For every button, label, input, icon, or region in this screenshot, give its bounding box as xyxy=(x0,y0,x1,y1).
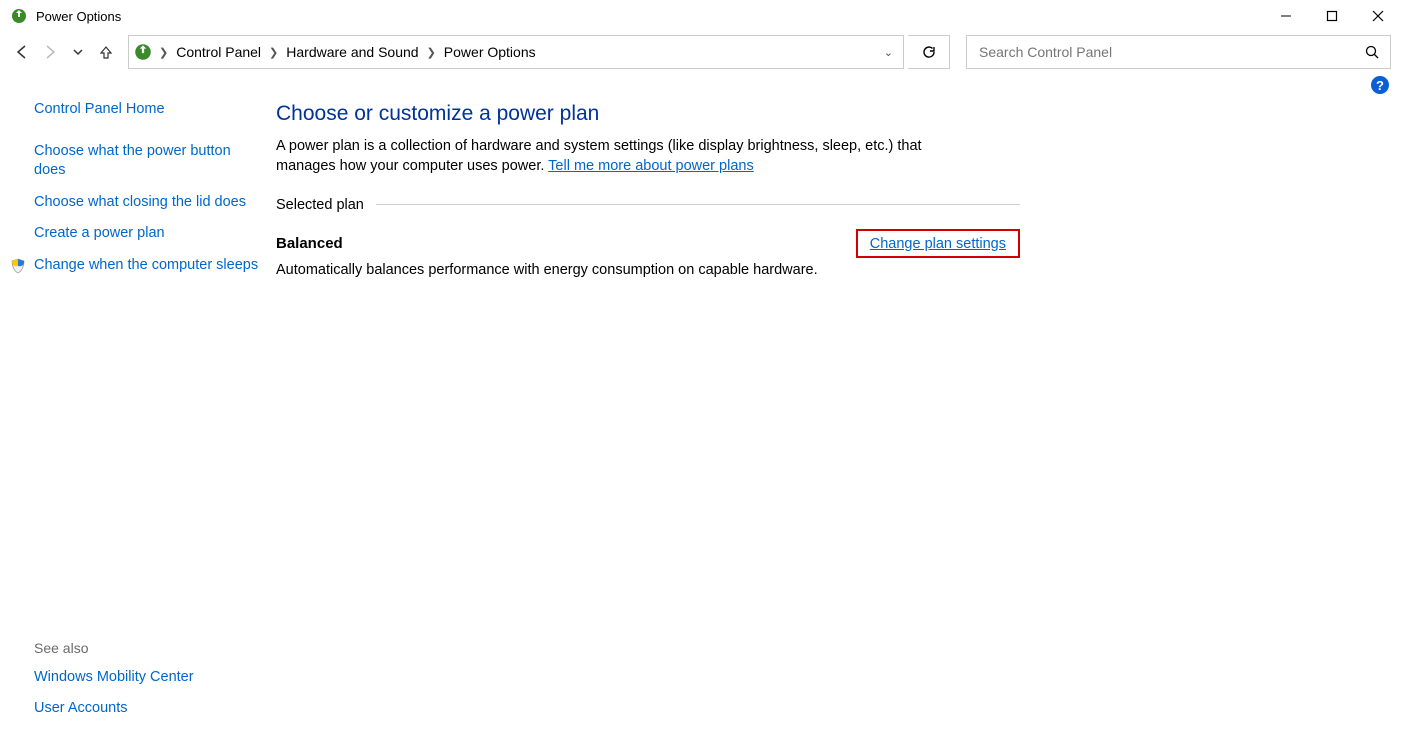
search-input[interactable] xyxy=(977,43,1365,61)
up-button[interactable] xyxy=(94,32,118,72)
search-icon[interactable] xyxy=(1365,45,1380,60)
see-also-link[interactable]: User Accounts xyxy=(34,699,260,719)
help-icon[interactable]: ? xyxy=(1371,76,1389,94)
see-also: See also Windows Mobility Center User Ac… xyxy=(34,640,260,729)
chevron-right-icon[interactable]: ❯ xyxy=(153,46,174,59)
window-title: Power Options xyxy=(36,9,121,24)
chevron-right-icon[interactable]: ❯ xyxy=(263,46,284,59)
sidebar-link[interactable]: Choose what the power button does xyxy=(34,142,260,181)
chevron-down-icon[interactable]: ⌄ xyxy=(878,46,899,59)
plan-name: Balanced xyxy=(276,235,343,252)
shield-icon xyxy=(10,258,26,274)
content: Control Panel Home Choose what the power… xyxy=(0,94,1401,729)
section-label: Selected plan xyxy=(276,197,376,213)
main: Choose or customize a power plan A power… xyxy=(260,94,1020,729)
refresh-button[interactable] xyxy=(908,35,950,69)
search-box[interactable] xyxy=(966,35,1391,69)
page-heading: Choose or customize a power plan xyxy=(276,102,1020,126)
page-description: A power plan is a collection of hardware… xyxy=(276,136,976,177)
breadcrumb-item[interactable]: Control Panel xyxy=(174,44,263,60)
close-button[interactable] xyxy=(1355,0,1401,32)
window-controls xyxy=(1263,0,1401,32)
tell-me-more-link[interactable]: Tell me more about power plans xyxy=(548,158,754,174)
recent-locations-button[interactable] xyxy=(66,32,90,72)
chevron-right-icon[interactable]: ❯ xyxy=(421,46,442,59)
titlebar: Power Options xyxy=(0,0,1401,32)
change-plan-highlight: Change plan settings xyxy=(856,229,1020,258)
sidebar-link[interactable]: Change when the computer sleeps xyxy=(34,256,260,276)
control-panel-home-link[interactable]: Control Panel Home xyxy=(34,100,260,120)
breadcrumb-item[interactable]: Power Options xyxy=(442,44,538,60)
maximize-button[interactable] xyxy=(1309,0,1355,32)
back-button[interactable] xyxy=(10,32,34,72)
section-divider xyxy=(376,204,1020,205)
power-options-icon xyxy=(10,7,28,25)
sidebar-link[interactable]: Create a power plan xyxy=(34,224,260,244)
selected-plan-section: Selected plan xyxy=(276,197,1020,213)
plan-description: Automatically balances performance with … xyxy=(276,262,1020,278)
breadcrumb-bar[interactable]: ❯ Control Panel ❯ Hardware and Sound ❯ P… xyxy=(128,35,904,69)
see-also-label: See also xyxy=(34,640,260,656)
power-options-icon xyxy=(133,42,153,62)
see-also-link[interactable]: Windows Mobility Center xyxy=(34,668,260,688)
plan-row: Balanced Change plan settings xyxy=(276,229,1020,258)
sidebar-link[interactable]: Choose what closing the lid does xyxy=(34,193,260,213)
toolbar: ❯ Control Panel ❯ Hardware and Sound ❯ P… xyxy=(0,32,1401,72)
change-plan-settings-link[interactable]: Change plan settings xyxy=(870,236,1006,252)
help-row: ? xyxy=(0,72,1401,94)
forward-button[interactable] xyxy=(38,32,62,72)
breadcrumb-item[interactable]: Hardware and Sound xyxy=(284,44,420,60)
sidebar: Control Panel Home Choose what the power… xyxy=(0,94,260,729)
minimize-button[interactable] xyxy=(1263,0,1309,32)
